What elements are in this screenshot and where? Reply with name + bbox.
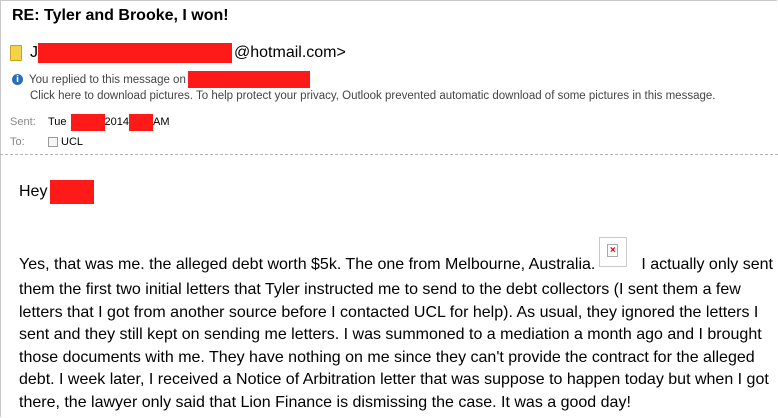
from-address-suffix[interactable]: @hotmail.com>	[234, 44, 346, 62]
info-icon: i	[12, 74, 23, 85]
info-bar[interactable]: i You replied to this message on Click h…	[12, 71, 715, 104]
broken-image-icon[interactable]: ×	[599, 237, 628, 267]
body-line: them the first two initial letters that …	[19, 281, 741, 298]
redaction-block	[187, 71, 310, 88]
sent-day: Tue	[48, 116, 67, 128]
body-line1-part-b: I actually only sent	[641, 256, 773, 273]
body-line: those documents with me. They have nothi…	[19, 348, 755, 366]
checkbox-icon[interactable]	[48, 137, 58, 147]
body-line: letters that I got from another source b…	[19, 303, 759, 321]
redaction-block	[129, 113, 154, 131]
body-line: Yes, that was me. the alleged debt worth…	[19, 237, 774, 279]
sent-year: 2014	[104, 116, 130, 128]
message-body: Yes, that was me. the alleged debt worth…	[19, 237, 774, 415]
sent-row: Sent: Tue 2014 AM	[10, 113, 170, 131]
email-subject: RE: Tyler and Brooke, I won!	[12, 7, 229, 24]
to-label: To:	[10, 136, 25, 148]
body-line: debt. I week later, I received a Notice …	[19, 371, 769, 389]
sent-ampm: AM	[153, 116, 170, 128]
from-prefix: J	[30, 44, 38, 61]
greeting-text: Hey	[19, 183, 48, 200]
redaction-block	[38, 43, 232, 63]
from-row: J @hotmail.com>	[10, 42, 346, 64]
to-row: To: UCL	[10, 134, 83, 150]
info-replied-text: You replied to this message on	[29, 73, 186, 86]
contact-card-icon	[10, 45, 22, 61]
body-line: there, the lawyer only said that Lion Fi…	[19, 393, 631, 411]
redaction-block	[50, 180, 95, 204]
body-line1-part-a: Yes, that was me. the alleged debt worth…	[19, 256, 596, 273]
greeting-line: Hey	[19, 180, 95, 204]
body-line: sent and they still kept on sending me l…	[19, 326, 762, 344]
sent-label: Sent:	[10, 116, 36, 128]
download-pictures-link[interactable]: Click here to download pictures. To help…	[30, 88, 715, 104]
header-divider	[0, 154, 778, 155]
to-recipient[interactable]: UCL	[61, 136, 83, 148]
redaction-block	[70, 113, 105, 131]
